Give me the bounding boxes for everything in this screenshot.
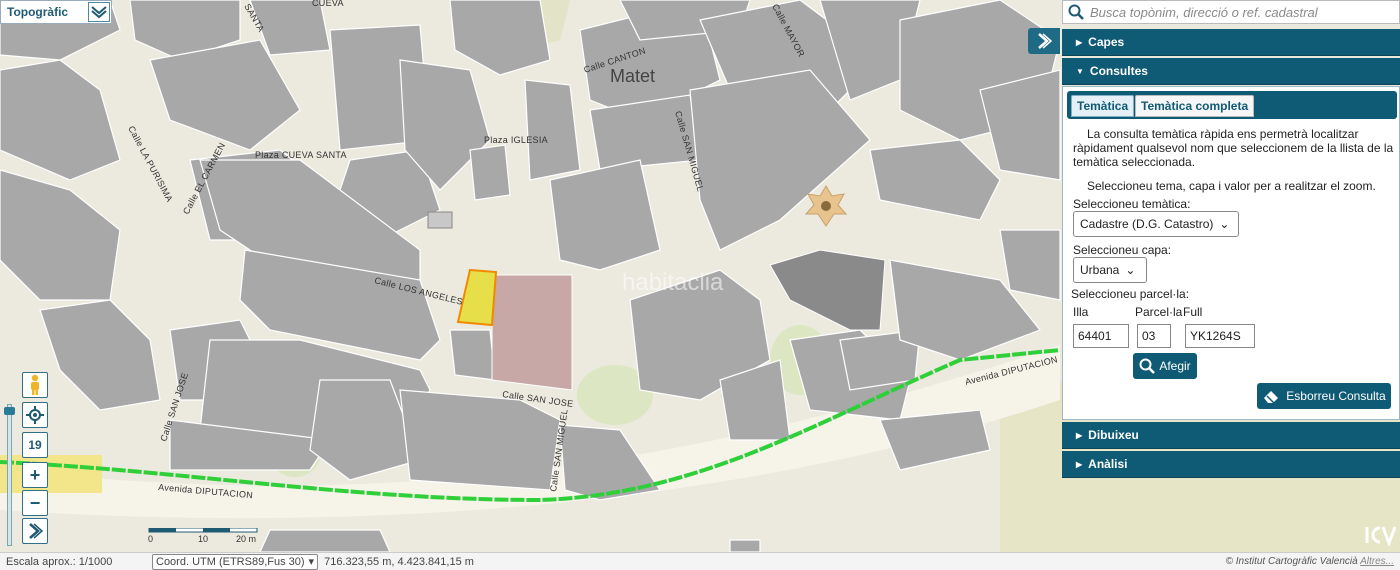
label-parcela: Seleccioneu parcel·la: <box>1071 287 1190 301</box>
description-text: La consulta temàtica ràpida ens permetrà… <box>1073 127 1394 169</box>
approx-scale: Escala aprox.: 1/1000 <box>6 555 113 568</box>
locate-me-icon[interactable] <box>22 402 48 428</box>
chevron-down-icon: ▾ <box>308 556 315 568</box>
tematica-select[interactable]: Cadastre (D.G. Catastro) ⌄ <box>1073 211 1239 237</box>
accordion-dibuixeu-label: Dibuixeu <box>1088 428 1139 442</box>
zoom-slider[interactable] <box>4 404 15 546</box>
accordion-analisi[interactable]: ▶ Anàlisi <box>1062 451 1400 478</box>
caret-right-icon: ▶ <box>1076 37 1083 47</box>
street-label: CUEVA <box>312 0 344 8</box>
chevron-down-icon: ⌄ <box>1125 263 1136 277</box>
chevron-down-icon: ⌄ <box>1219 217 1230 231</box>
eraser-icon <box>1264 391 1279 404</box>
scale-tick-20: 20 m <box>236 534 256 544</box>
label-illa: Illa <box>1073 305 1089 319</box>
afegir-button[interactable]: Afegir <box>1133 353 1197 379</box>
zoom-level-indicator: 19 <box>22 432 48 458</box>
tab-tematica[interactable]: Temàtica <box>1071 95 1135 117</box>
street-view-person-icon[interactable] <box>22 372 48 398</box>
scale-tick-0: 0 <box>148 534 153 544</box>
icv-logo <box>1364 524 1397 548</box>
esborreu-label: Esborreu Consulta <box>1286 389 1386 403</box>
attribution-more-link[interactable]: Altres... <box>1360 556 1394 567</box>
watermark: habitaclia <box>622 269 724 296</box>
search-box[interactable]: Busca topònim, direcció o ref. cadastral <box>1062 0 1400 24</box>
zoom-in-button[interactable]: + <box>22 462 48 488</box>
search-input[interactable]: Busca topònim, direcció o ref. cadastral <box>1090 5 1318 20</box>
zoom-out-button[interactable]: − <box>22 490 48 516</box>
consultes-panel: Temàtica Temàtica completa La consulta t… <box>1062 86 1400 420</box>
zoom-slider-knob[interactable] <box>4 407 15 415</box>
illa-input[interactable]: 64401 <box>1073 324 1129 348</box>
town-label: Matet <box>610 66 655 86</box>
cursor-coordinates: 716.323,55 m, 4.423.841,15 m <box>324 555 474 568</box>
capa-select-value: Urbana <box>1080 263 1120 277</box>
street-label: Plaza IGLESIA <box>484 135 548 145</box>
accordion-consultes[interactable]: ▼ Consultes <box>1062 58 1400 85</box>
full-input[interactable]: YK1264S <box>1185 324 1255 348</box>
label-capa: Seleccioneu capa: <box>1073 243 1172 257</box>
attribution-text: © Institut Cartogràfic Valencià <box>1225 556 1358 567</box>
esborreu-consulta-button[interactable]: Esborreu Consulta <box>1257 383 1391 409</box>
attribution: © Institut Cartogràfic Valencià Altres..… <box>1226 556 1394 567</box>
caret-down-icon: ▼ <box>1076 66 1084 76</box>
tab-bar: Temàtica Temàtica completa <box>1067 91 1397 119</box>
search-icon <box>1068 4 1084 20</box>
collapse-panel-button[interactable] <box>1028 28 1060 54</box>
expand-chevron-icon[interactable] <box>22 518 48 544</box>
label-tematica: Seleccioneu temàtica: <box>1073 197 1191 211</box>
capa-select[interactable]: Urbana ⌄ <box>1073 257 1147 283</box>
coord-system-value: Coord. UTM (ETRS89,Fus 30) <box>156 555 305 568</box>
afegir-label: Afegir <box>1159 359 1191 373</box>
scale-tick-10: 10 <box>198 534 208 544</box>
base-layer-label: Topogràfic <box>7 5 69 19</box>
caret-right-icon: ▶ <box>1076 430 1083 440</box>
scale-bar: 0 10 20 m <box>148 527 258 544</box>
street-label: Plaza CUEVA SANTA <box>255 150 347 160</box>
hint-text: Seleccioneu tema, capa i valor per a rea… <box>1087 179 1376 193</box>
label-full: Full <box>1183 305 1203 319</box>
base-layer-selector[interactable]: Topogràfic <box>0 0 112 24</box>
accordion-capes-label: Capes <box>1088 35 1125 49</box>
chevron-down-icon[interactable] <box>88 2 110 22</box>
tab-tematica-completa[interactable]: Temàtica completa <box>1135 95 1255 117</box>
status-bar: Escala aprox.: 1/1000 Coord. UTM (ETRS89… <box>0 552 1400 570</box>
accordion-analisi-label: Anàlisi <box>1088 457 1128 471</box>
accordion-consultes-label: Consultes <box>1089 64 1148 78</box>
search-icon <box>1139 358 1156 374</box>
parcela-input[interactable]: 03 <box>1137 324 1171 348</box>
caret-right-icon: ▶ <box>1076 459 1083 469</box>
chevron-right-icon <box>1038 33 1053 49</box>
coord-system-select[interactable]: Coord. UTM (ETRS89,Fus 30) ▾ <box>152 553 319 570</box>
accordion-capes[interactable]: ▶ Capes <box>1062 29 1400 56</box>
label-parcela-col: Parcel·la <box>1135 305 1183 319</box>
accordion-dibuixeu[interactable]: ▶ Dibuixeu <box>1062 422 1400 449</box>
tematica-select-value: Cadastre (D.G. Catastro) <box>1080 217 1214 231</box>
